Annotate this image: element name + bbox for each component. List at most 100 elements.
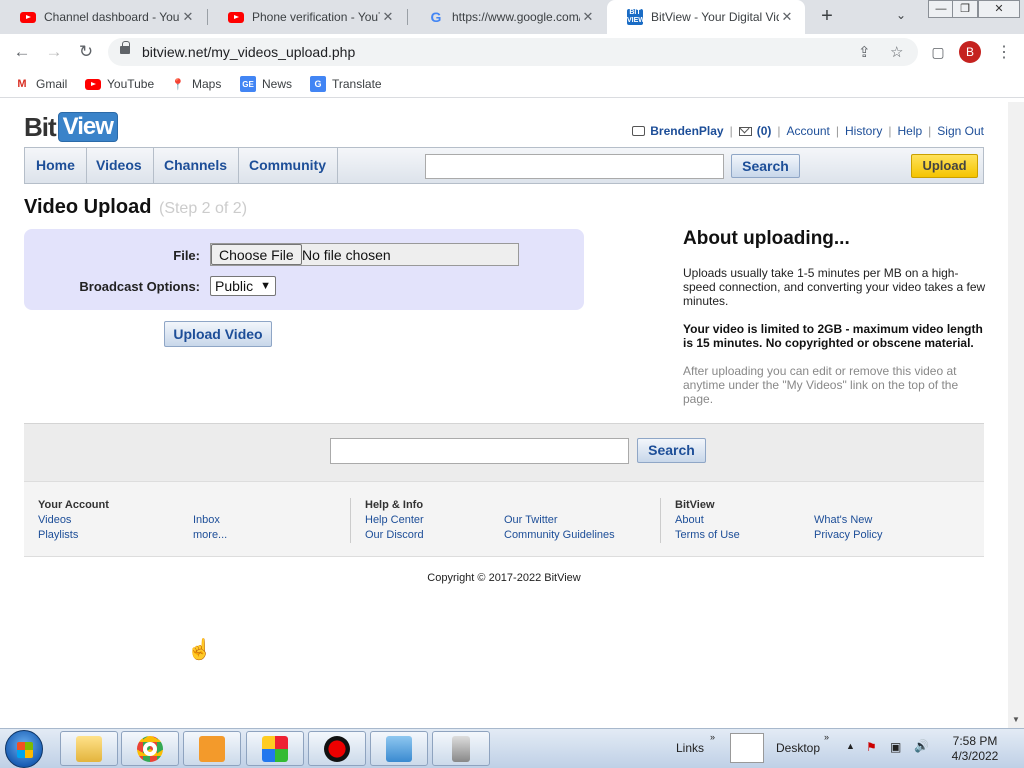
footer-heading: Your Account: [38, 499, 109, 511]
tv-icon: [632, 126, 646, 136]
links-toolbar[interactable]: Links: [676, 741, 704, 755]
footer-link-videos[interactable]: Videos: [38, 513, 109, 528]
media-player-icon: [199, 735, 225, 762]
network-icon[interactable]: ▣: [890, 740, 901, 754]
start-button[interactable]: [5, 730, 43, 768]
username-link[interactable]: BrendenPlay: [650, 124, 723, 138]
file-input[interactable]: Choose File No file chosen: [210, 243, 519, 266]
footer-link-discord[interactable]: Our Discord: [365, 528, 424, 543]
bookmark-maps[interactable]: 📍 Maps: [170, 76, 221, 92]
taskbar-explorer[interactable]: [60, 731, 118, 766]
footer-col-account: Your Account Videos Playlists: [38, 498, 109, 543]
chevron-up-icon[interactable]: ▲: [846, 741, 855, 751]
upload-video-button[interactable]: Upload Video: [164, 321, 272, 347]
share-icon[interactable]: ⇪: [858, 43, 871, 61]
minimize-icon[interactable]: —: [928, 0, 954, 18]
footer-link-inbox[interactable]: Inbox: [193, 513, 227, 528]
divider: |: [777, 124, 781, 138]
clock-date: 4/3/2022: [951, 749, 999, 763]
footer-link-more[interactable]: more...: [193, 528, 227, 543]
new-tab-icon[interactable]: +: [816, 6, 838, 28]
desktop-toolbar[interactable]: Desktop: [776, 741, 820, 755]
chevron-down-icon[interactable]: ⌄: [896, 8, 906, 22]
bookmark-gmail[interactable]: M Gmail: [14, 76, 67, 92]
close-tab-icon[interactable]: ✕: [580, 9, 596, 25]
nav-community[interactable]: Community: [238, 148, 338, 183]
bookmark-star-icon[interactable]: ☆: [890, 43, 903, 61]
address-bar[interactable]: bitview.net/my_videos_upload.php ⇪ ☆: [108, 38, 918, 66]
windows-taskbar: Links » Desktop » ▲ ⚑ ▣ 🔊 7:58 PM 4/3/20…: [0, 728, 1024, 768]
bitview-logo[interactable]: Bit View: [24, 110, 118, 144]
footer-link-about[interactable]: About: [675, 513, 740, 528]
account-link[interactable]: Account: [787, 124, 830, 138]
footer-link-guidelines[interactable]: Community Guidelines: [504, 528, 615, 543]
footer-search-input[interactable]: [330, 438, 629, 464]
taskbar-control-panel[interactable]: [370, 731, 428, 766]
url-text[interactable]: bitview.net/my_videos_upload.php: [142, 44, 355, 60]
sign-out-link[interactable]: Sign Out: [937, 124, 984, 138]
taskbar-recorder[interactable]: [308, 731, 366, 766]
nav-channels[interactable]: Channels: [153, 148, 240, 183]
app-icon: [262, 735, 288, 762]
tab-google[interactable]: G https://www.google.com/ ✕: [408, 0, 606, 34]
inbox-count[interactable]: (0): [757, 124, 772, 138]
footer-link-playlists[interactable]: Playlists: [38, 528, 109, 543]
system-clock[interactable]: 7:58 PM 4/3/2022: [940, 734, 1010, 764]
search-button[interactable]: Search: [731, 154, 800, 178]
clock-time: 7:58 PM: [952, 734, 998, 748]
scroll-down-arrow-icon[interactable]: ▼: [1012, 715, 1020, 724]
chevron-right-icon[interactable]: »: [710, 732, 715, 742]
help-link[interactable]: Help: [897, 124, 922, 138]
profile-avatar[interactable]: B: [959, 41, 981, 63]
google-icon: G: [430, 9, 442, 25]
nav-videos[interactable]: Videos: [85, 148, 154, 183]
choose-file-button[interactable]: Choose File: [211, 244, 302, 265]
side-panel-icon[interactable]: ▢: [928, 42, 948, 62]
bookmark-news[interactable]: GE News: [240, 76, 292, 92]
close-tab-icon[interactable]: ✕: [180, 9, 196, 25]
tab-phone-verification[interactable]: Phone verification - YouTube ✕: [208, 0, 406, 34]
nav-home[interactable]: Home: [25, 148, 87, 183]
taskbar-media-player[interactable]: [183, 731, 241, 766]
footer-divider: [350, 498, 351, 543]
footer-link-whats-new[interactable]: What's New: [814, 513, 882, 528]
footer-link-privacy[interactable]: Privacy Policy: [814, 528, 882, 543]
mail-icon[interactable]: [738, 126, 752, 136]
lock-icon[interactable]: [120, 41, 130, 54]
tab-title: BitView - Your Digital Video Repository: [651, 10, 779, 24]
page-scrollbar[interactable]: ▼: [1008, 102, 1024, 728]
notepad-icon[interactable]: [730, 733, 764, 763]
footer-link-twitter[interactable]: Our Twitter: [504, 513, 615, 528]
tab-channel-dashboard[interactable]: Channel dashboard - YouTube ✕: [0, 0, 206, 34]
search-input[interactable]: [425, 154, 724, 179]
footer-link-help-center[interactable]: Help Center: [365, 513, 424, 528]
taskbar-server[interactable]: [432, 731, 490, 766]
maps-icon: 📍: [171, 78, 185, 91]
bookmark-translate[interactable]: G Translate: [310, 76, 382, 92]
menu-kebab-icon[interactable]: ⋮: [996, 42, 1012, 62]
restore-icon[interactable]: ❐: [952, 0, 978, 18]
upload-button[interactable]: Upload: [911, 154, 978, 178]
footer-search-button[interactable]: Search: [637, 438, 706, 463]
back-arrow-icon[interactable]: ←: [12, 42, 32, 62]
close-tab-icon[interactable]: ✕: [779, 9, 795, 25]
chevron-right-icon[interactable]: »: [824, 732, 829, 742]
tab-title: https://www.google.com/: [452, 10, 580, 24]
footer-link-terms[interactable]: Terms of Use: [675, 528, 740, 543]
history-link[interactable]: History: [845, 124, 882, 138]
volume-icon[interactable]: 🔊: [914, 739, 929, 753]
page-viewport: Bit View BrendenPlay | (0) | Account | H…: [0, 102, 1008, 728]
taskbar-app[interactable]: [246, 731, 304, 766]
close-tab-icon[interactable]: ✕: [380, 9, 396, 25]
taskbar-chrome[interactable]: [121, 731, 179, 766]
folder-icon: [76, 735, 102, 762]
close-window-icon[interactable]: ✕: [978, 0, 1020, 18]
forward-arrow-icon[interactable]: →: [44, 42, 64, 62]
server-icon: [452, 735, 470, 762]
security-alert-icon[interactable]: ⚑: [866, 740, 877, 754]
page-title-text: Video Upload: [24, 196, 152, 218]
broadcast-select[interactable]: Public ▼: [210, 276, 276, 296]
bookmark-youtube[interactable]: YouTube: [85, 76, 154, 92]
reload-icon[interactable]: ↻: [76, 42, 96, 62]
tab-bitview[interactable]: BITVIEW BitView - Your Digital Video Rep…: [607, 0, 805, 34]
